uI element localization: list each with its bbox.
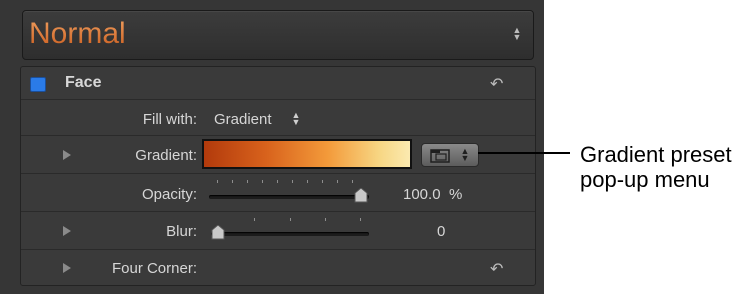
fill-with-popup[interactable]: Gradient ▲ ▼ xyxy=(212,108,312,130)
updown-arrows-icon: ▲ ▼ xyxy=(512,25,522,42)
updown-arrows-icon: ▲ ▼ xyxy=(291,110,301,127)
fill-with-value: Gradient xyxy=(214,111,272,128)
callout-line xyxy=(478,152,570,154)
face-section: Face ↶ Fill with: Gradient ▲▼ Gradient: xyxy=(20,66,536,286)
reset-icon[interactable]: ↶ xyxy=(490,259,503,279)
callout-line-1: Gradient preset xyxy=(580,142,732,167)
opacity-slider-thumb[interactable] xyxy=(354,188,368,203)
opacity-row: Opacity: 100.0 % xyxy=(21,173,535,212)
fill-with-label: Fill with: xyxy=(142,111,197,128)
preset-popup[interactable]: Normal ▲ ▼ xyxy=(22,10,534,60)
disclosure-triangle-icon[interactable] xyxy=(63,150,71,160)
blur-row: Blur: 0 xyxy=(21,211,535,250)
blur-value[interactable]: 0 xyxy=(437,223,445,240)
callout-line-2: pop-up menu xyxy=(580,167,710,192)
gradient-preset-button[interactable]: ▲ ▼ xyxy=(421,143,479,167)
preset-value: Normal xyxy=(29,17,126,50)
updown-arrows-icon: ▲ ▼ xyxy=(460,146,470,163)
fill-with-row: Fill with: Gradient ▲ ▼ xyxy=(21,99,535,136)
four-corner-label: Four Corner: xyxy=(111,260,197,277)
blur-slider[interactable] xyxy=(211,215,371,243)
inspector-panel: Normal ▲ ▼ Face ↶ Fill with: Gradient ▲ ▼ … xyxy=(0,0,544,294)
opacity-label: Opacity: xyxy=(141,186,197,203)
blur-label: Blur: xyxy=(166,223,197,240)
face-header: Face ↶ xyxy=(21,67,535,99)
opacity-value[interactable]: 100.0 xyxy=(403,186,441,203)
face-label: Face xyxy=(65,74,102,91)
gradient-label: Gradient: xyxy=(135,147,197,164)
opacity-slider[interactable] xyxy=(209,178,371,206)
disclosure-triangle-icon[interactable] xyxy=(63,263,71,273)
blur-slider-thumb[interactable] xyxy=(211,225,225,240)
folder-icon xyxy=(430,149,450,163)
face-enable-checkbox[interactable] xyxy=(30,77,46,92)
disclosure-triangle-icon[interactable] xyxy=(63,226,71,236)
reset-icon[interactable]: ↶ xyxy=(490,74,503,94)
gradient-well[interactable] xyxy=(202,139,412,169)
four-corner-row: Four Corner: ↶ xyxy=(21,249,535,286)
opacity-unit: % xyxy=(449,186,463,203)
